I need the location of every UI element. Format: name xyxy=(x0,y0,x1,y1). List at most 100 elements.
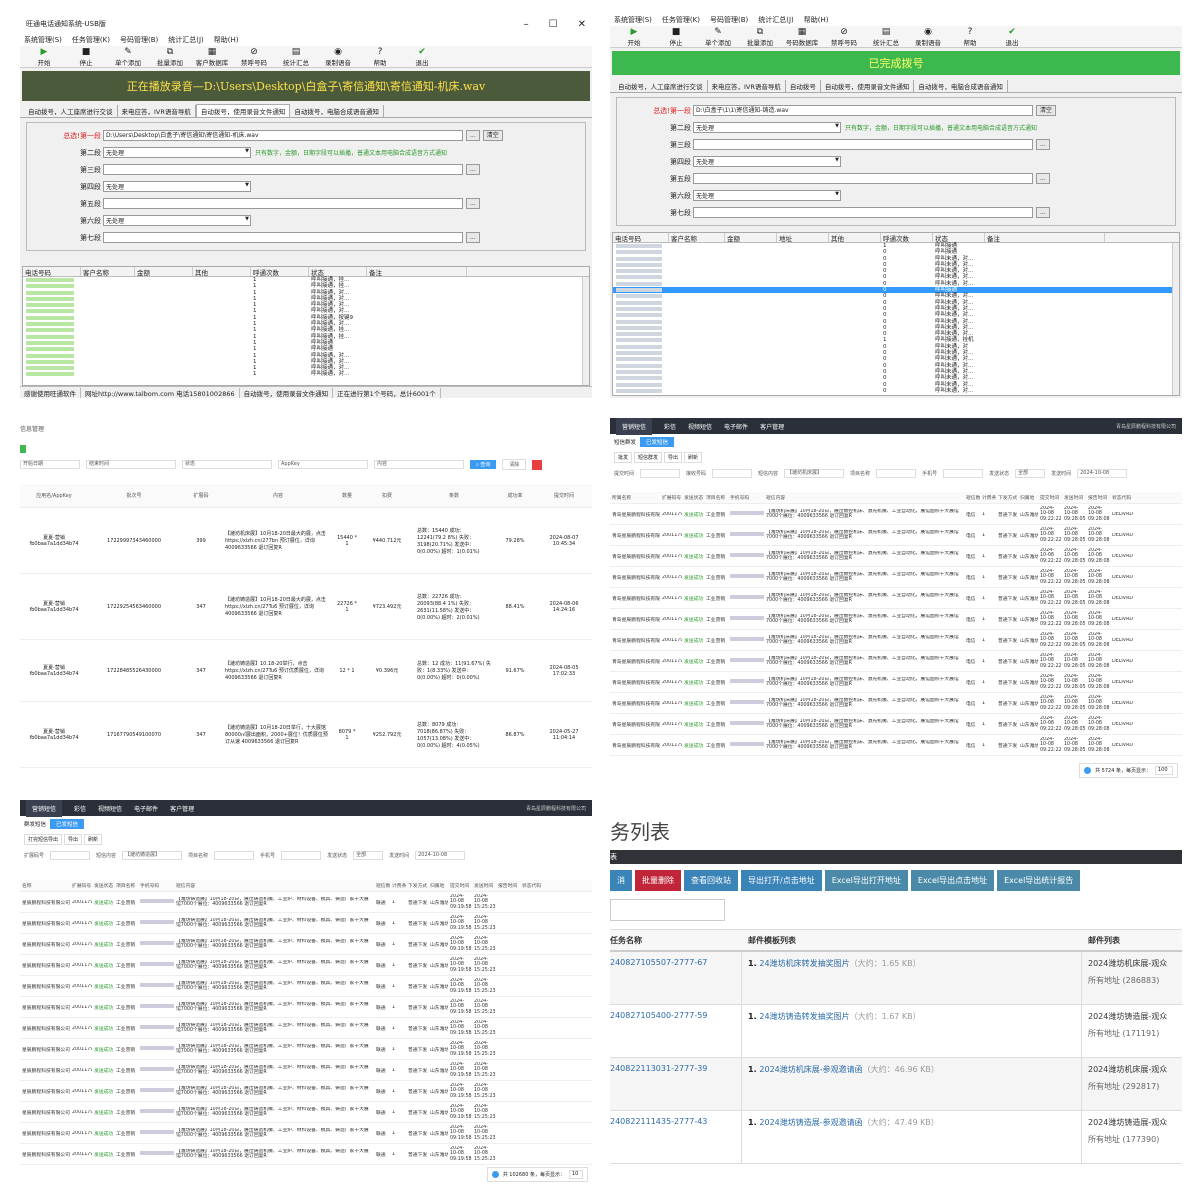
table-row[interactable]: 星辰鹏程科技有限公司 2001179 发送成功 工业营销 【潍坊铸造展】10月18-20… xyxy=(20,955,592,976)
grid-col-header[interactable]: 状态 xyxy=(309,267,367,277)
toolbar-button[interactable]: ⊘ 禁呼号码 xyxy=(824,27,864,47)
table-row[interactable]: 青岛星辰鹏程科技有限公司2001179发送成功工业营销 【潍坊机床展】10月18-… xyxy=(610,651,1182,672)
col-header[interactable]: 状态代码 xyxy=(1110,494,1136,501)
col-header[interactable]: 手机号码 xyxy=(138,882,174,889)
phone-input[interactable] xyxy=(943,469,984,478)
col-header[interactable]: 项目名称 xyxy=(704,494,728,501)
table-row[interactable]: 星辰鹏程科技有限公司 2001179 发送成功 工业营销 【潍坊铸造展】10月18-20… xyxy=(20,913,592,934)
browse-button[interactable]: ... xyxy=(466,130,480,141)
table-row[interactable]: 青岛星辰鹏程科技有限公司2001179发送成功工业营销 【潍坊机床展】10月18-… xyxy=(610,672,1182,693)
table-row[interactable]: 星辰鹏程科技有限公司 2001179 发送成功 工业营销 【潍坊铸造展】10月18-20… xyxy=(20,976,592,997)
maximize-icon[interactable]: ☐ xyxy=(549,19,558,30)
browse-button[interactable]: ... xyxy=(466,164,480,175)
phone-input[interactable] xyxy=(281,851,322,860)
table-row[interactable]: 星辰鹏程科技有限公司 2001179 发送成功 工业营销 【潍坊铸造展】10月18-20… xyxy=(20,934,592,955)
status-select[interactable]: 全部 xyxy=(353,851,384,860)
template-link[interactable]: 2024潍坊铸造展-参观邀请函 xyxy=(759,1118,862,1127)
batch-cell[interactable]: 17228485526430000 xyxy=(88,668,180,674)
col-header[interactable]: 下发方式 xyxy=(406,882,428,889)
audio-file-input[interactable]: D:\白盒子\1\1\寄信通知-铸造.wav xyxy=(693,105,1033,116)
action-button[interactable]: Excel导出点击地址 xyxy=(910,870,995,891)
menu-item[interactable]: 系统管理(S) xyxy=(24,35,62,45)
col-header[interactable]: 扩展码 xyxy=(180,492,222,499)
col-header[interactable]: 发送状态 xyxy=(92,882,114,889)
toolbar-button[interactable]: ⊘ 禁呼号码 xyxy=(234,47,274,67)
nav-item[interactable]: 电子邮件 xyxy=(724,422,748,431)
browse-button[interactable]: ... xyxy=(466,198,480,209)
segment-select[interactable]: 无处理 xyxy=(103,147,251,158)
toolbar-button[interactable]: ✔ 退出 xyxy=(402,47,442,67)
menu-item[interactable]: 帮助(H) xyxy=(214,35,239,45)
col-header[interactable]: 提交时间 xyxy=(1038,494,1062,501)
extra-button[interactable] xyxy=(532,459,543,470)
appkey-input[interactable]: AppKey xyxy=(278,460,368,469)
template-link[interactable]: 24潍坊机床转发抽奖图片 xyxy=(759,959,849,968)
page-size-input[interactable]: 10 xyxy=(569,1170,583,1179)
col-header[interactable]: 计费条数 xyxy=(390,882,406,889)
table-row[interactable]: 星辰鹏程科技有限公司 2001179 发送成功 工业营销 【潍坊铸造展】10月18-20… xyxy=(20,892,592,913)
segment-select[interactable]: 无处理 xyxy=(103,181,251,192)
segment-select[interactable]: 无处理 xyxy=(693,156,841,167)
table-row[interactable]: 青岛星辰鹏程科技有限公司2001179发送成功工业营销 【潍坊机床展】10月18-… xyxy=(610,546,1182,567)
nav-item[interactable]: 营销短信 xyxy=(616,418,653,435)
toolbar-button[interactable]: ⧉ 批量添加 xyxy=(740,27,780,47)
mode-tab[interactable]: 自动拨号，使用录音文件通知 xyxy=(195,104,291,117)
nav-item[interactable]: 电子邮件 xyxy=(134,804,158,813)
col-header[interactable]: 报告时间 xyxy=(1086,494,1110,501)
col-header[interactable]: 提交时间 xyxy=(536,492,592,499)
grid-col-header[interactable]: 其他 xyxy=(829,233,881,243)
status-select[interactable]: 状态 xyxy=(182,460,272,469)
toolbar-button[interactable]: ▦ 客户数据库 xyxy=(192,47,232,67)
search-input[interactable] xyxy=(610,899,725,921)
mode-tab[interactable]: 自动拨号，电脑合成语音通知 xyxy=(290,105,384,117)
batch-cell[interactable]: 17167790549100070 xyxy=(88,732,180,738)
action-button[interactable]: 打完短信导出 xyxy=(24,834,63,845)
segment-input[interactable] xyxy=(103,164,463,175)
table-row[interactable]: 青岛星辰鹏程科技有限公司2001179发送成功工业营销 【潍坊机床展】10月18-… xyxy=(610,630,1182,651)
nav-item[interactable]: 视频短信 xyxy=(688,422,712,431)
grid-col-header[interactable]: 备注 xyxy=(367,267,467,277)
mode-tab[interactable]: 来电应答，IVR语音导航 xyxy=(118,105,196,117)
page-tab[interactable]: 已发短信 xyxy=(640,437,675,447)
table-row[interactable]: 星辰鹏程科技有限公司 2001179 发送成功 工业营销 【潍坊铸造展】10月18-20… xyxy=(20,1081,592,1102)
template-link[interactable]: 24潍坊铸造转发抽奖图片 xyxy=(759,1012,849,1021)
toolbar-button[interactable]: ▦ 号码数据库 xyxy=(782,27,822,47)
action-button[interactable]: 短信群发 xyxy=(634,452,663,463)
menu-item[interactable]: 统计汇总(J) xyxy=(168,35,204,45)
nav-item[interactable]: 客户管理 xyxy=(760,422,784,431)
toolbar-button[interactable]: ▤ 统计汇总 xyxy=(276,47,316,67)
grid-col-header[interactable]: 电话号码 xyxy=(23,267,81,277)
mode-tab[interactable]: 自动拨号，使用录音文件通知 xyxy=(821,80,915,92)
table-row[interactable]: 青岛星辰鹏程科技有限公司2001179发送成功工业营销 【潍坊机床展】10月18-… xyxy=(610,609,1182,630)
action-button[interactable]: Excel导出统计报告 xyxy=(997,870,1081,891)
col-header[interactable]: 短信数量 xyxy=(374,882,390,889)
col-header[interactable]: 名称 xyxy=(20,882,70,889)
table-row[interactable]: 青岛星辰鹏程科技有限公司2001179发送成功工业营销 【潍坊机床展】10月18-… xyxy=(610,693,1182,714)
mode-tab[interactable]: 自动拨号，电脑合成语音通知 xyxy=(914,80,1008,92)
action-button[interactable]: 导出打开/点击地址 xyxy=(741,870,822,891)
content-input[interactable]: 【潍坊铸造展】 xyxy=(122,851,183,860)
col-header[interactable]: 下发方式 xyxy=(996,494,1018,501)
table-row[interactable]: 1 呼叫接通，对... xyxy=(23,371,589,377)
col-header[interactable]: 状态代码 xyxy=(520,882,546,889)
nav-item[interactable]: 营销短信 xyxy=(26,800,63,817)
action-button[interactable]: 刷新 xyxy=(684,452,703,463)
grid-col-header[interactable]: 状态 xyxy=(933,233,985,243)
action-button[interactable]: 刷新 xyxy=(84,834,103,845)
col-header[interactable]: 数量 xyxy=(334,492,360,499)
browse-button[interactable]: ... xyxy=(1036,207,1050,218)
menu-item[interactable]: 系统管理(S) xyxy=(614,15,652,25)
col-header[interactable]: 短信内容 xyxy=(174,882,374,889)
col-header[interactable]: 条数 xyxy=(414,492,494,499)
table-row[interactable]: 青岛星辰鹏程科技有限公司2001179发送成功工业营销 【潍坊机床展】10月18-… xyxy=(610,525,1182,546)
browse-button[interactable]: ... xyxy=(1036,139,1050,150)
col-header[interactable]: 所属名称 xyxy=(610,494,660,501)
action-button[interactable]: Excel导出打开地址 xyxy=(824,870,908,891)
template-link[interactable]: 2024潍坊机床展-参观邀请函 xyxy=(759,1065,862,1074)
project-input[interactable] xyxy=(876,469,917,478)
toolbar-button[interactable]: ■ 停止 xyxy=(656,27,696,47)
col-header[interactable]: 发送状态 xyxy=(682,494,704,501)
grid-col-header[interactable]: 客户名称 xyxy=(669,233,725,243)
task-link[interactable]: 240822113031-2777-39 xyxy=(610,1058,742,1110)
clear-button[interactable]: 清空 xyxy=(1036,105,1057,116)
